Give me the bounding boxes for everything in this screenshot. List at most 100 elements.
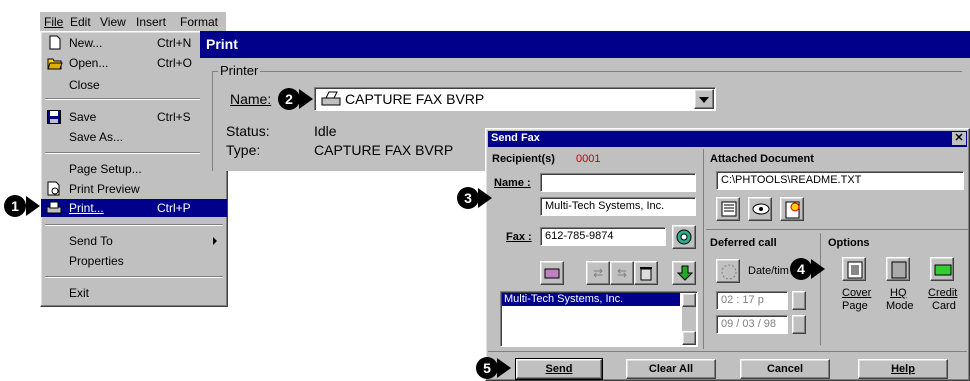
clock-icon: [720, 263, 738, 284]
callout-2: 2: [278, 88, 300, 110]
menu-format[interactable]: Format: [180, 15, 218, 29]
datetime-label: Date/tim: [748, 265, 789, 277]
trash-icon: [640, 265, 652, 284]
eye-icon: [752, 203, 770, 218]
attached-document-label: Attached Document: [710, 153, 814, 165]
options-label: Options: [828, 237, 870, 249]
menu-separator: [45, 224, 223, 226]
date-spinner[interactable]: [792, 315, 806, 334]
recipients-count: 0001: [576, 153, 601, 165]
time-spinner[interactable]: [792, 291, 806, 310]
menu-bar: File Edit View Insert Format: [40, 12, 226, 32]
credit-card-button[interactable]: [930, 257, 954, 281]
type-value: CAPTURE FAX BVRP: [314, 142, 454, 158]
cover-page-icon: [847, 261, 863, 282]
export-button[interactable]: ⇆: [610, 261, 634, 285]
fax-label: Fax :: [506, 231, 532, 243]
menu-separator: [45, 98, 223, 100]
printer-group-label: Printer: [218, 63, 261, 78]
menu-view[interactable]: View: [100, 15, 126, 29]
printer-name-label: Name:: [230, 91, 272, 107]
list-item[interactable]: Multi-Tech Systems, Inc.: [502, 293, 680, 306]
status-label: Status:: [226, 123, 270, 139]
fax-page-icon: [784, 201, 802, 222]
callout-4-arrow: [811, 259, 825, 279]
chevron-down-icon: [699, 97, 709, 103]
status-value: Idle: [314, 123, 337, 139]
print-preview-icon: [47, 181, 61, 201]
date-input[interactable]: 09 / 03 / 98: [716, 315, 788, 334]
hq-mode-line1: HQ: [890, 287, 907, 299]
delete-recipient-button[interactable]: [634, 261, 658, 285]
menu-edit[interactable]: Edit: [70, 15, 91, 29]
name-input[interactable]: [540, 173, 696, 192]
datetime-toggle[interactable]: [716, 259, 740, 283]
printer-icon: [321, 91, 341, 110]
deferred-divider: [820, 233, 821, 345]
print-dialog-titlebar[interactable]: Print: [200, 31, 970, 58]
button-row-divider: [488, 351, 967, 352]
view-document-button[interactable]: [748, 197, 772, 221]
credit-card-icon: [934, 264, 952, 279]
recipients-panel: Recipient(s) 0001 Name : Multi-Tech Syst…: [490, 149, 704, 349]
send-fax-titlebar[interactable]: Send Fax ✕: [488, 131, 967, 147]
fax-document-button[interactable]: [780, 197, 804, 221]
close-icon[interactable]: ✕: [952, 132, 966, 145]
scroll-up-button[interactable]: [682, 293, 696, 307]
deferred-call-label: Deferred call: [710, 237, 777, 249]
type-label: Type:: [226, 142, 261, 158]
phonebook-icon: [676, 229, 692, 248]
menu-separator: [45, 276, 223, 278]
callout-1-arrow: [26, 196, 40, 216]
credit-card-line1: Credit: [928, 287, 958, 299]
menu-item-print[interactable]: Print... Ctrl+P: [41, 199, 227, 217]
list-scrollbar[interactable]: [682, 293, 696, 345]
callout-5: 5: [476, 357, 498, 379]
send-button[interactable]: Send: [515, 358, 603, 380]
menu-item-properties[interactable]: Properties: [41, 252, 227, 270]
cover-page-line2: Page: [842, 300, 868, 312]
phonebook-button[interactable]: [672, 225, 696, 249]
new-doc-icon: [49, 35, 61, 55]
browse-document-button[interactable]: [716, 197, 740, 221]
callout-3-arrow: [478, 188, 492, 208]
cover-page-button[interactable]: [842, 257, 866, 281]
submenu-arrow-icon: [213, 237, 217, 245]
menu-separator: [45, 152, 223, 154]
menu-file[interactable]: File: [44, 15, 63, 29]
green-arrow-down-icon: [676, 265, 694, 284]
add-recipient-icon: [544, 266, 560, 283]
callout-1: 1: [4, 195, 26, 217]
attached-document-input[interactable]: C:\PHTOOLS\README.TXT: [716, 171, 964, 190]
send-fax-dialog: Send Fax ✕ Recipient(s) 0001 Name : Mult…: [485, 128, 970, 381]
hq-mode-line2: Mode: [886, 300, 914, 312]
hq-mode-icon: [891, 261, 907, 282]
scroll-down-button[interactable]: [682, 331, 696, 345]
clear-all-button[interactable]: Clear All: [626, 359, 716, 379]
help-button[interactable]: Help: [858, 359, 948, 379]
fax-number-input[interactable]: 612-785-9874: [540, 227, 666, 246]
printer-dropdown-button[interactable]: [694, 89, 714, 109]
menu-item-exit[interactable]: Exit: [41, 284, 227, 302]
import-button[interactable]: ⇄: [586, 261, 610, 285]
cancel-button[interactable]: Cancel: [740, 359, 830, 379]
callout-2-arrow: [299, 89, 313, 109]
download-button[interactable]: [672, 261, 696, 285]
menu-item-print-preview[interactable]: Print Preview: [41, 180, 227, 198]
cover-page-line1: Cover: [842, 287, 872, 299]
name-label: Name :: [494, 177, 531, 189]
recipient-list[interactable]: Multi-Tech Systems, Inc.: [500, 291, 698, 347]
send-fax-title: Send Fax: [491, 132, 540, 144]
right-divider: [706, 229, 968, 230]
company-input[interactable]: Multi-Tech Systems, Inc.: [540, 197, 696, 216]
recipients-label: Recipient(s): [492, 153, 555, 165]
printer-name-select[interactable]: CAPTURE FAX BVRP: [314, 87, 716, 111]
print-dialog-title: Print: [206, 36, 238, 52]
menu-insert[interactable]: Insert: [136, 15, 166, 29]
document-list-icon: [721, 201, 737, 220]
menu-item-send-to[interactable]: Send To: [41, 232, 227, 250]
add-recipient-button[interactable]: [540, 261, 564, 285]
open-folder-icon: [47, 56, 63, 75]
time-input[interactable]: 02 : 17 p: [716, 291, 788, 310]
hq-mode-button[interactable]: [886, 257, 910, 281]
